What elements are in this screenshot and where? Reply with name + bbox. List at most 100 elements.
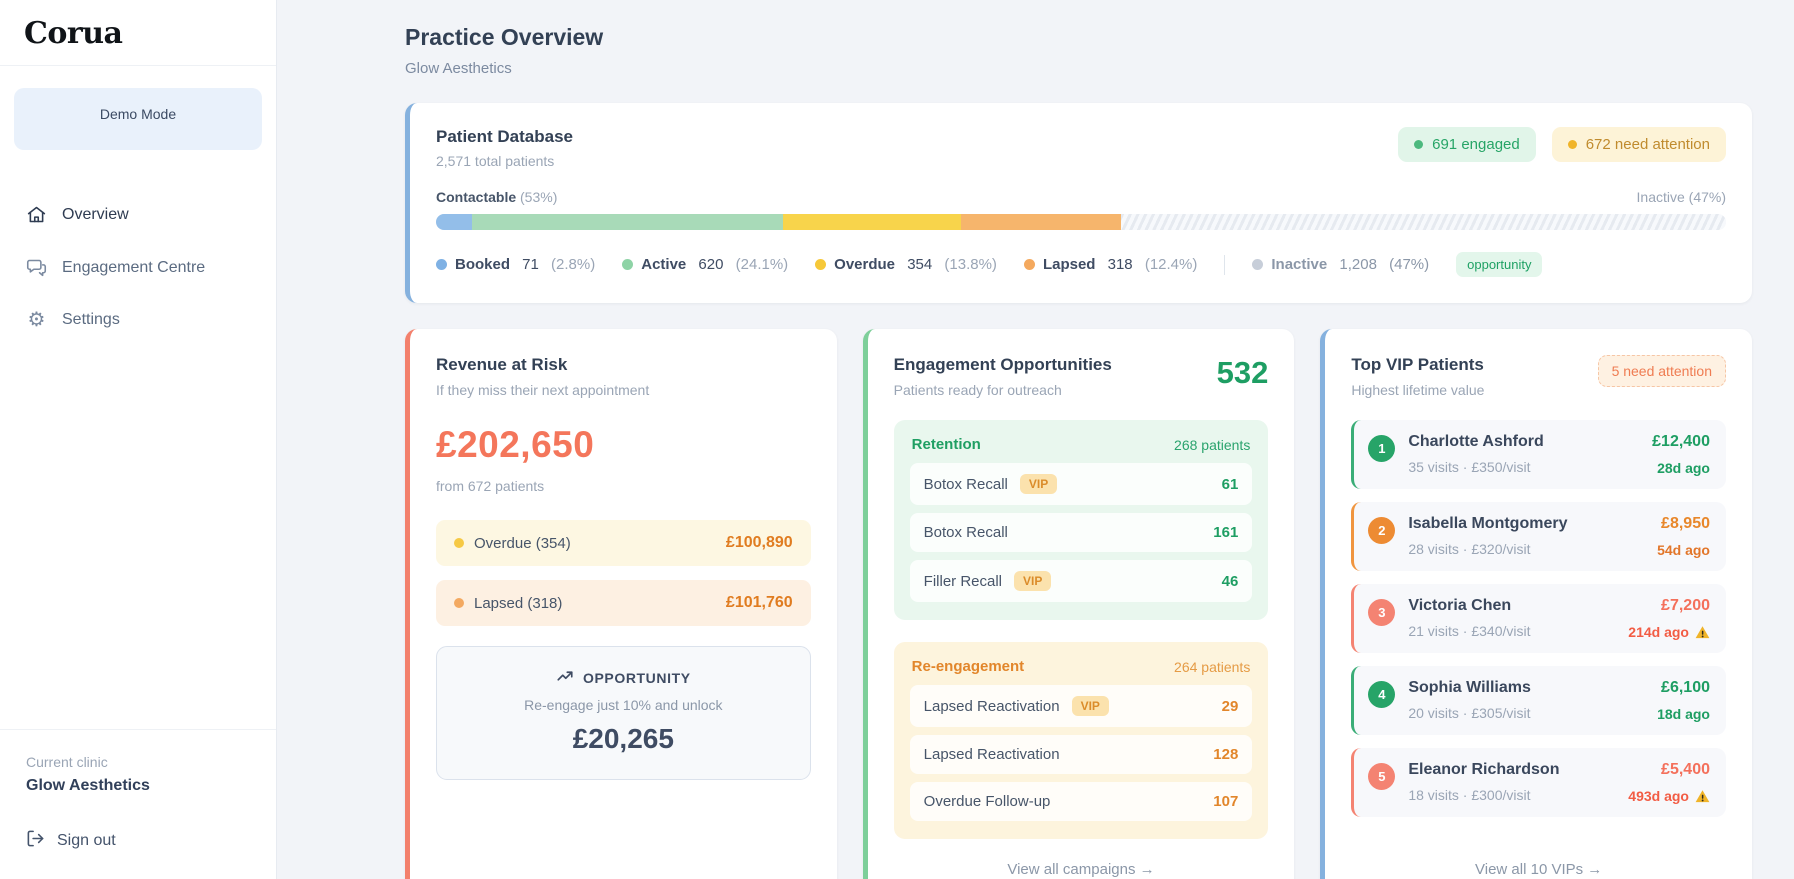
- vip-patient-row[interactable]: 2 Isabella Montgomery 28 visits · £320/vis…: [1351, 502, 1726, 571]
- sidebar-item-overview[interactable]: Overview: [0, 192, 276, 237]
- campaign-label: Filler Recall: [923, 572, 1003, 590]
- vip-lifetime-value: £5,400: [1661, 761, 1710, 778]
- bar-segment-inactive: [1120, 214, 1726, 230]
- campaign-label: Lapsed Reactivation: [923, 697, 1060, 715]
- engagement-title: Engagement Opportunities: [893, 355, 1112, 374]
- view-all-campaigns-link[interactable]: View all campaigns →: [894, 861, 1269, 878]
- vip-patient-info: Sophia Williams 20 visits · £305/visit: [1408, 679, 1644, 721]
- demo-mode-badge: Demo Mode: [14, 88, 262, 150]
- top-vip-patients-card: Top VIP Patients Highest lifetime value …: [1320, 329, 1752, 879]
- sign-out-label: Sign out: [57, 832, 116, 849]
- vip-patient-meta: 18 visits · £300/visit: [1408, 787, 1531, 803]
- sidebar-item-settings[interactable]: ⚙ Settings: [0, 298, 276, 342]
- engagement-group-header: Re-engagement 264 patients: [910, 658, 1253, 685]
- vip-patient-info: Isabella Montgomery 28 visits · £320/visi…: [1408, 515, 1644, 557]
- page-subtitle: Glow Aesthetics: [405, 60, 512, 77]
- legend-dot-icon: [1252, 259, 1264, 270]
- legend-label: Active: [641, 256, 687, 273]
- vip-patient-value: £12,400 28d ago: [1652, 433, 1710, 476]
- legend-item-booked: Booked 71 (2.8%): [436, 256, 595, 273]
- bar-segment-active: [472, 214, 783, 230]
- legend-percent: (12.4%): [1144, 256, 1198, 273]
- vip-patient-name: Eleanor Richardson: [1408, 761, 1560, 778]
- legend-item-overdue: Overdue 354 (13.8%): [815, 256, 997, 273]
- patient-database-title: Patient Database: [436, 127, 573, 146]
- current-clinic-label: Current clinic: [26, 754, 108, 770]
- legend-count: 71: [518, 256, 544, 273]
- vip-rank-badge: 5: [1368, 763, 1396, 790]
- campaign-row[interactable]: Filler Recall VIP 46: [909, 560, 1253, 602]
- vip-chip: VIP: [1071, 696, 1109, 716]
- patient-database-subtitle: 2,571 total patients: [436, 153, 555, 169]
- vip-patient-value: £7,200 214d ago: [1628, 597, 1710, 640]
- engagement-groups: Retention 268 patients Botox Recall VIP 61 Bo…: [893, 398, 1269, 839]
- revenue-title: Revenue at Risk: [436, 355, 568, 374]
- legend-divider: [1224, 254, 1226, 275]
- vip-patient-row[interactable]: 5 Eleanor Richardson 18 visits · £300/visi…: [1351, 748, 1726, 817]
- trend-up-icon: [556, 667, 574, 688]
- badge-text: 691 engaged: [1432, 136, 1520, 153]
- main-content: Practice Overview Glow Aesthetics Patien…: [277, 0, 1794, 879]
- vip-patient-row[interactable]: 4 Sophia Williams 20 visits · £305/visit £6…: [1351, 666, 1726, 735]
- vip-last-visit: 214d ago: [1628, 624, 1710, 640]
- legend-item-inactive: Inactive 1,208 (47%): [1252, 256, 1429, 273]
- campaign-count: 29: [1221, 697, 1239, 715]
- vip-lifetime-value: £6,100: [1661, 679, 1710, 696]
- campaign-count: 107: [1213, 793, 1239, 810]
- engagement-opportunities-card: Engagement Opportunities Patients ready …: [862, 329, 1295, 879]
- revenue-rows: Overdue (354) £100,890 Lapsed (318) £101,76…: [436, 494, 811, 626]
- badge-dot-icon: [1414, 140, 1424, 149]
- vip-last-visit: 18d ago: [1657, 706, 1710, 722]
- campaign-label: Botox Recall: [923, 524, 1008, 541]
- vip-patient-row[interactable]: 3 Victoria Chen 21 visits · £340/visit £7,2…: [1351, 584, 1726, 653]
- legend-label: Overdue: [834, 256, 896, 273]
- warning-icon: [1695, 789, 1710, 804]
- legend-dot-icon: [815, 259, 827, 270]
- campaign-count: 128: [1213, 746, 1239, 763]
- sign-out-icon: [26, 829, 45, 853]
- campaign-count: 46: [1221, 572, 1239, 590]
- contactable-label: Contactable (53%): [436, 189, 558, 205]
- revenue-row-label: Overdue (354): [474, 534, 571, 552]
- vip-rank-badge: 1: [1368, 435, 1396, 462]
- legend-count: 620: [694, 256, 728, 273]
- need-attention-badge: 5 need attention: [1597, 355, 1726, 387]
- vip-subtitle: Highest lifetime value: [1351, 382, 1485, 398]
- vip-last-visit: 493d ago: [1628, 788, 1710, 804]
- sign-out-button[interactable]: Sign out: [26, 829, 250, 853]
- sidebar: Corua Demo Mode Overview Engagement Centr…: [0, 0, 277, 879]
- revenue-row-amount: £100,890: [725, 534, 793, 551]
- vip-patient-info: Charlotte Ashford 35 visits · £350/visit: [1408, 433, 1639, 475]
- sidebar-item-engagement-centre[interactable]: Engagement Centre: [0, 245, 276, 290]
- view-all-vips-link[interactable]: View all 10 VIPs →: [1351, 843, 1726, 878]
- campaign-row[interactable]: Overdue Follow-up 107: [909, 782, 1253, 821]
- campaign-label: Overdue Follow-up: [923, 793, 1051, 810]
- legend-label: Lapsed: [1042, 256, 1096, 273]
- campaign-row[interactable]: Lapsed Reactivation 128: [909, 735, 1253, 774]
- vip-patient-meta: 20 visits · £305/visit: [1408, 705, 1531, 721]
- engagement-total: 532: [1216, 355, 1269, 390]
- bar-segment-booked: [436, 214, 473, 230]
- revenue-row-label-group: Lapsed (318): [454, 595, 562, 612]
- vip-patient-name: Isabella Montgomery: [1408, 515, 1568, 532]
- vip-patient-row[interactable]: 1 Charlotte Ashford 35 visits · £350/visit…: [1351, 420, 1726, 489]
- revenue-at-risk-card: Revenue at Risk If they miss their next …: [405, 329, 837, 879]
- vip-patient-meta: 35 visits · £350/visit: [1408, 459, 1531, 475]
- current-clinic-name: Glow Aesthetics: [26, 777, 150, 794]
- vip-patient-meta: 21 visits · £340/visit: [1408, 623, 1531, 639]
- logo-wrap: Corua: [0, 0, 276, 66]
- vip-lifetime-value: £7,200: [1661, 597, 1710, 614]
- group-patient-count: 264 patients: [1174, 658, 1251, 675]
- campaign-row[interactable]: Lapsed Reactivation VIP 29: [909, 685, 1253, 727]
- vip-rank-badge: 4: [1368, 681, 1396, 708]
- engagement-group-retention: Retention 268 patients Botox Recall VIP 61 Bo…: [893, 420, 1269, 620]
- vip-chip: VIP: [1019, 474, 1058, 494]
- inactive-label: Inactive (47%): [1636, 189, 1726, 205]
- vip-list: 1 Charlotte Ashford 35 visits · £350/visit…: [1351, 420, 1726, 817]
- patient-status-legend: Booked 71 (2.8%) Active 620 (24.1%) Overdu…: [436, 252, 1726, 277]
- vip-lifetime-value: £12,400: [1652, 433, 1710, 450]
- campaign-row[interactable]: Botox Recall VIP 61: [909, 463, 1253, 505]
- campaign-count: 161: [1213, 524, 1239, 541]
- campaign-row[interactable]: Botox Recall 161: [909, 513, 1253, 552]
